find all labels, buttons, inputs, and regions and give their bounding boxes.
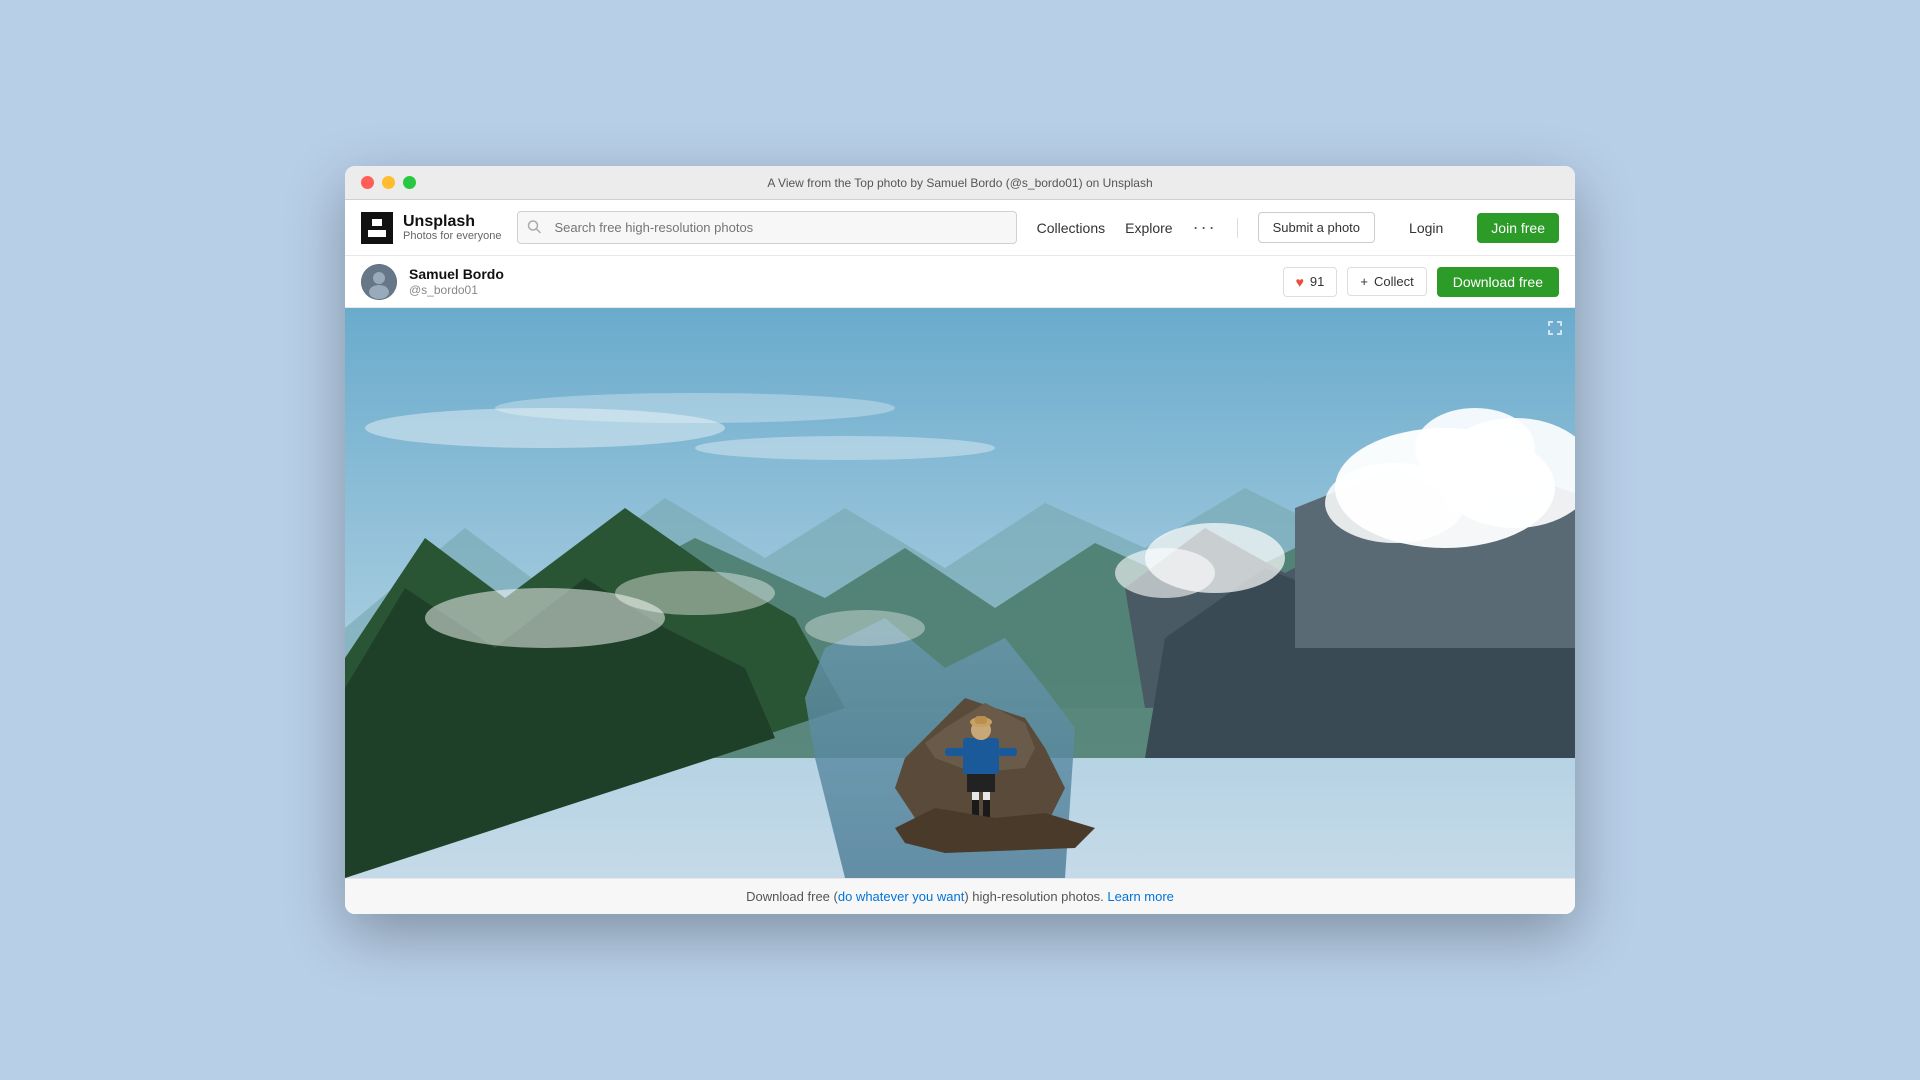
like-button[interactable]: ♥ 91: [1283, 267, 1338, 297]
bottom-middle: ) high-resolution photos.: [964, 889, 1107, 904]
nav-divider: [1237, 218, 1238, 238]
join-free-button[interactable]: Join free: [1477, 213, 1559, 243]
login-button[interactable]: Login: [1395, 213, 1457, 243]
learn-more-link[interactable]: Learn more: [1107, 889, 1173, 904]
explore-link[interactable]: Explore: [1125, 220, 1172, 236]
minimize-button[interactable]: [382, 176, 395, 189]
like-count: 91: [1310, 274, 1324, 289]
tab-title: A View from the Top photo by Samuel Bord…: [767, 176, 1152, 190]
nav-links: Collections Explore ··· Submit a photo L…: [1037, 212, 1559, 243]
photo-actions: ♥ 91 + Collect Download free: [1283, 267, 1559, 297]
search-input[interactable]: [517, 211, 1017, 244]
collect-button[interactable]: + Collect: [1347, 267, 1426, 296]
author-name[interactable]: Samuel Bordo: [409, 266, 504, 283]
fullscreen-button[interactable]: [403, 176, 416, 189]
heart-icon: ♥: [1296, 274, 1304, 290]
photo-bar: Samuel Bordo @s_bordo01 ♥ 91 + Collect D…: [345, 256, 1575, 308]
traffic-lights: [361, 176, 416, 189]
download-free-button[interactable]: Download free: [1437, 267, 1559, 297]
avatar[interactable]: [361, 264, 397, 300]
avatar-image: [361, 264, 397, 300]
collections-link[interactable]: Collections: [1037, 220, 1105, 236]
brand-logo-link[interactable]: Unsplash Photos for everyone: [361, 212, 501, 244]
close-button[interactable]: [361, 176, 374, 189]
author-handle: @s_bordo01: [409, 283, 504, 297]
author-info: Samuel Bordo @s_bordo01: [409, 266, 504, 297]
title-bar: A View from the Top photo by Samuel Bord…: [345, 166, 1575, 200]
brand-text: Unsplash Photos for everyone: [403, 213, 501, 243]
do-whatever-link[interactable]: do whatever you want: [838, 889, 964, 904]
search-bar: [517, 211, 1017, 244]
collect-label: Collect: [1374, 274, 1414, 289]
more-menu-button[interactable]: ···: [1193, 217, 1217, 238]
plus-icon: +: [1360, 274, 1368, 289]
bottom-prefix: Download free (: [746, 889, 838, 904]
nav-bar: Unsplash Photos for everyone Collections…: [345, 200, 1575, 256]
brand-name: Unsplash: [403, 213, 501, 231]
photo-scene: [345, 308, 1575, 878]
search-icon: [527, 219, 541, 236]
bottom-bar: Download free (do whatever you want) hig…: [345, 878, 1575, 914]
submit-photo-button[interactable]: Submit a photo: [1258, 212, 1375, 243]
expand-icon[interactable]: [1545, 318, 1565, 343]
unsplash-logo-icon: [361, 212, 393, 244]
photo-container: [345, 308, 1575, 878]
brand-tagline: Photos for everyone: [403, 230, 501, 242]
